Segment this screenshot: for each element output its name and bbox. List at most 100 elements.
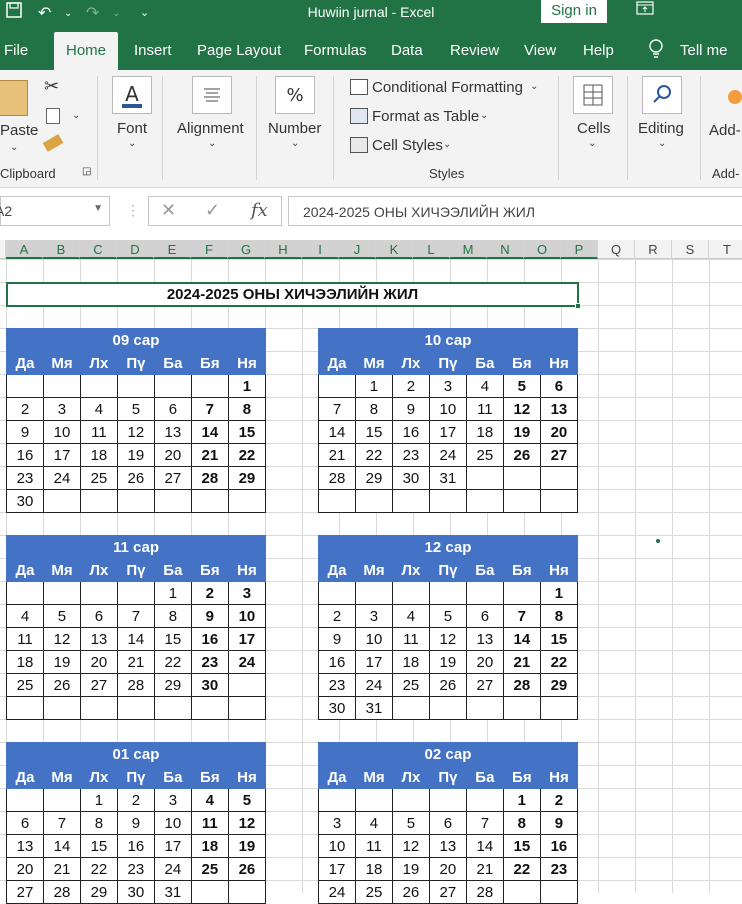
- day-cell[interactable]: 23: [190, 650, 229, 674]
- day-cell[interactable]: 15: [539, 627, 579, 651]
- day-cell[interactable]: 2: [190, 581, 229, 605]
- day-cell[interactable]: [79, 696, 118, 720]
- add-ins-icon[interactable]: [728, 90, 742, 104]
- cell-styles-dropdown-icon[interactable]: ⌄: [443, 139, 451, 150]
- copy-icon[interactable]: [46, 108, 60, 124]
- font-dropdown-icon[interactable]: ⌄: [128, 138, 136, 149]
- day-cell[interactable]: [227, 696, 267, 720]
- tab-view[interactable]: View: [524, 42, 556, 59]
- insert-function-button[interactable]: fx: [251, 200, 268, 221]
- day-cell[interactable]: 11: [79, 420, 118, 444]
- day-cell[interactable]: 15: [79, 834, 118, 858]
- day-cell[interactable]: 11: [190, 811, 229, 835]
- day-cell[interactable]: 30: [6, 489, 44, 513]
- day-cell[interactable]: 1: [227, 374, 267, 398]
- day-cell[interactable]: [318, 374, 356, 398]
- day-cell[interactable]: 19: [391, 857, 430, 881]
- day-cell[interactable]: 27: [428, 880, 467, 904]
- column-header[interactable]: R: [635, 240, 672, 259]
- column-header[interactable]: D: [117, 240, 154, 259]
- conditional-formatting-icon[interactable]: [350, 79, 368, 95]
- tab-home[interactable]: Home: [54, 32, 119, 70]
- day-cell[interactable]: 4: [79, 397, 118, 421]
- day-cell[interactable]: 6: [79, 604, 118, 628]
- day-cell[interactable]: 13: [6, 834, 44, 858]
- cells-button[interactable]: Cells: [577, 120, 610, 137]
- alignment-button[interactable]: Alignment: [177, 120, 244, 137]
- day-cell[interactable]: 14: [465, 834, 504, 858]
- day-cell[interactable]: 19: [428, 650, 467, 674]
- day-cell[interactable]: [502, 696, 541, 720]
- day-cell[interactable]: 22: [153, 650, 192, 674]
- day-cell[interactable]: 18: [354, 857, 393, 881]
- day-cell[interactable]: 11: [465, 397, 504, 421]
- conditional-formatting-dropdown-icon[interactable]: ⌄: [530, 81, 538, 92]
- day-cell[interactable]: 7: [502, 604, 541, 628]
- day-cell[interactable]: 7: [318, 397, 356, 421]
- day-cell[interactable]: 6: [153, 397, 192, 421]
- day-cell[interactable]: 30: [391, 466, 430, 490]
- tab-insert[interactable]: Insert: [134, 42, 172, 59]
- day-cell[interactable]: 27: [539, 443, 579, 467]
- day-cell[interactable]: 24: [42, 466, 81, 490]
- day-cell[interactable]: 9: [6, 420, 44, 444]
- day-cell[interactable]: 15: [354, 420, 393, 444]
- day-cell[interactable]: 17: [227, 627, 267, 651]
- font-button[interactable]: Font: [117, 120, 147, 137]
- cell-styles-icon[interactable]: [350, 137, 368, 153]
- day-cell[interactable]: [79, 581, 118, 605]
- day-cell[interactable]: [354, 581, 393, 605]
- day-cell[interactable]: [227, 673, 267, 697]
- day-cell[interactable]: 29: [354, 466, 393, 490]
- day-cell[interactable]: 10: [354, 627, 393, 651]
- day-cell[interactable]: 18: [79, 443, 118, 467]
- day-cell[interactable]: 10: [42, 420, 81, 444]
- day-cell[interactable]: 9: [116, 811, 155, 835]
- day-cell[interactable]: 24: [318, 880, 356, 904]
- column-header[interactable]: A: [6, 240, 43, 259]
- day-cell[interactable]: [502, 880, 541, 904]
- day-cell[interactable]: [318, 788, 356, 812]
- column-header[interactable]: E: [154, 240, 191, 259]
- day-cell[interactable]: 7: [465, 811, 504, 835]
- day-cell[interactable]: [428, 489, 467, 513]
- column-header[interactable]: G: [228, 240, 265, 259]
- column-header[interactable]: C: [80, 240, 117, 259]
- number-format-icon[interactable]: %: [275, 76, 315, 114]
- day-cell[interactable]: 1: [153, 581, 192, 605]
- editing-dropdown-icon[interactable]: ⌄: [658, 138, 666, 149]
- day-cell[interactable]: 7: [190, 397, 229, 421]
- day-cell[interactable]: [354, 788, 393, 812]
- day-cell[interactable]: 6: [539, 374, 579, 398]
- day-cell[interactable]: 25: [354, 880, 393, 904]
- day-cell[interactable]: 28: [465, 880, 504, 904]
- column-header[interactable]: O: [524, 240, 561, 259]
- day-cell[interactable]: 27: [153, 466, 192, 490]
- day-cell[interactable]: 21: [190, 443, 229, 467]
- day-cell[interactable]: 26: [42, 673, 81, 697]
- day-cell[interactable]: 8: [79, 811, 118, 835]
- day-cell[interactable]: 26: [502, 443, 541, 467]
- day-cell[interactable]: 25: [6, 673, 44, 697]
- day-cell[interactable]: 4: [391, 604, 430, 628]
- day-cell[interactable]: 26: [391, 880, 430, 904]
- day-cell[interactable]: [42, 489, 81, 513]
- cell-styles-button[interactable]: Cell Styles: [372, 137, 443, 154]
- lightbulb-icon[interactable]: [648, 39, 664, 63]
- ribbon-display-options-icon[interactable]: [636, 0, 656, 18]
- copy-dropdown-icon[interactable]: ⌄: [72, 110, 80, 121]
- day-cell[interactable]: 29: [227, 466, 267, 490]
- day-cell[interactable]: 5: [428, 604, 467, 628]
- tab-help[interactable]: Help: [583, 42, 614, 59]
- conditional-formatting-button[interactable]: Conditional Formatting: [372, 79, 523, 96]
- day-cell[interactable]: [6, 696, 44, 720]
- day-cell[interactable]: [79, 489, 118, 513]
- day-cell[interactable]: 21: [502, 650, 541, 674]
- day-cell[interactable]: 3: [227, 581, 267, 605]
- day-cell[interactable]: 26: [428, 673, 467, 697]
- day-cell[interactable]: [190, 374, 229, 398]
- editing-icon[interactable]: [642, 76, 682, 114]
- day-cell[interactable]: [190, 696, 229, 720]
- day-cell[interactable]: [190, 880, 229, 904]
- day-cell[interactable]: 20: [6, 857, 44, 881]
